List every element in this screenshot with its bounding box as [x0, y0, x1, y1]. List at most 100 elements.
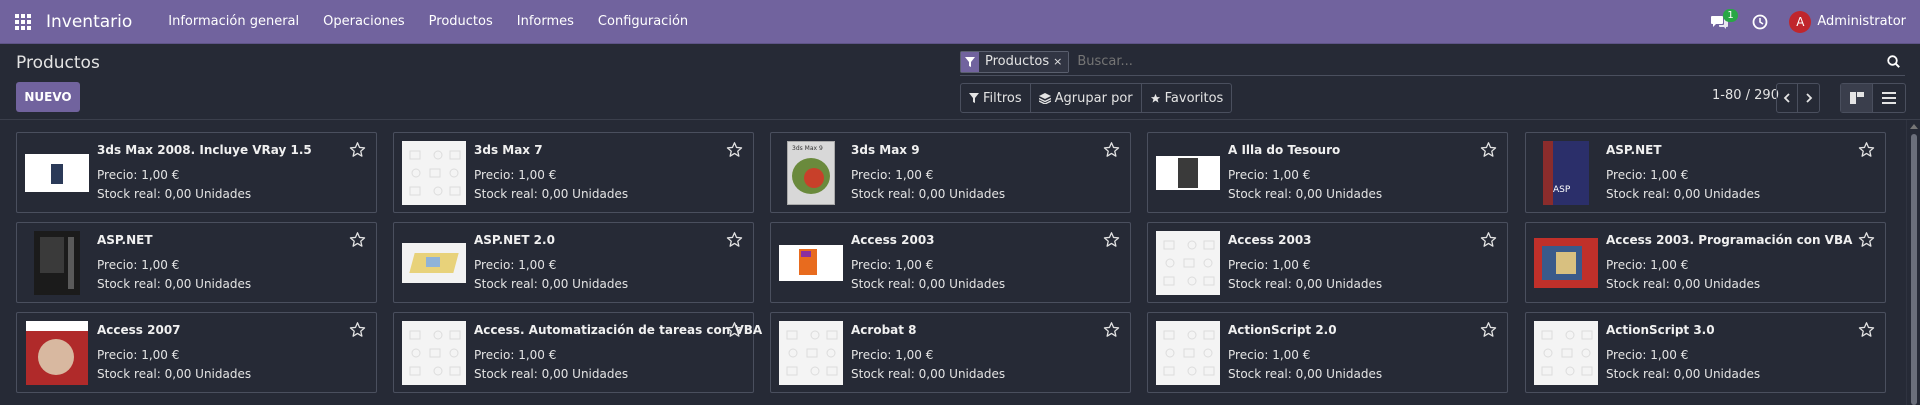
product-stock: Stock real: 0,00 Unidades [1606, 367, 1761, 381]
user-menu[interactable]: A Administrator [1789, 10, 1906, 33]
list-view-button[interactable] [1873, 84, 1905, 112]
filters-label: Filtros [983, 90, 1022, 106]
search-bar: Productos × [960, 48, 1905, 76]
product-price: Precio: 1,00 € [1228, 348, 1311, 362]
product-name: Access. Automatización de tareas con VBA [474, 323, 763, 337]
product-card[interactable]: 3ds Max 2008. Incluye VRay 1.5 Precio: 1,… [16, 132, 377, 213]
product-price: Precio: 1,00 € [1606, 168, 1689, 182]
product-card[interactable]: ActionScript 3.0 Precio: 1,00 € Stock real… [1525, 312, 1886, 393]
search-facet-productos[interactable]: Productos × [960, 50, 1070, 73]
product-image [25, 141, 89, 205]
product-price: Precio: 1,00 € [1606, 348, 1689, 362]
filters-button[interactable]: Filtros [961, 84, 1031, 112]
menu-item-productos[interactable]: Productos [417, 0, 505, 44]
product-price: Precio: 1,00 € [474, 258, 557, 272]
page-title: Productos [16, 53, 100, 73]
product-name: Access 2003 [851, 233, 935, 247]
favorite-star-icon[interactable] [1480, 141, 1497, 162]
product-card[interactable]: Access 2003 Precio: 1,00 € Stock real: 0,0… [1147, 222, 1508, 303]
activities-button[interactable] [1743, 0, 1777, 44]
product-card[interactable]: 3ds Max 9 3ds Max 9 Precio: 1,00 € Stock re… [770, 132, 1131, 213]
favorite-star-icon[interactable] [726, 141, 743, 162]
product-price: Precio: 1,00 € [851, 258, 934, 272]
product-card[interactable]: 3ds Max 7 Precio: 1,00 € Stock real: 0,00 … [393, 132, 754, 213]
facet-remove-icon[interactable]: × [1053, 51, 1069, 72]
favorite-star-icon[interactable] [1858, 141, 1875, 162]
favorite-star-icon[interactable] [1103, 141, 1120, 162]
view-switcher [1840, 83, 1906, 113]
product-image [402, 141, 466, 205]
favorites-button[interactable]: Favoritos [1142, 84, 1232, 112]
product-stock: Stock real: 0,00 Unidades [474, 187, 629, 201]
layers-icon [1038, 92, 1051, 104]
favorite-star-icon[interactable] [1858, 321, 1875, 342]
app-menu-icon[interactable] [0, 0, 46, 44]
product-image [402, 321, 466, 385]
pager-previous-button[interactable] [1777, 84, 1798, 112]
favorite-star-icon[interactable] [1858, 231, 1875, 252]
product-stock: Stock real: 0,00 Unidades [851, 277, 1006, 291]
product-card[interactable]: A Illa do Tesouro Precio: 1,00 € Stock rea… [1147, 132, 1508, 213]
product-image [779, 231, 843, 295]
kanban-view-button[interactable] [1841, 84, 1873, 112]
search-input[interactable] [1077, 54, 1881, 69]
favorite-star-icon[interactable] [726, 231, 743, 252]
product-name: ASP.NET [1606, 143, 1662, 157]
product-stock: Stock real: 0,00 Unidades [474, 277, 629, 291]
product-stock: Stock real: 0,00 Unidades [97, 367, 252, 381]
product-stock: Stock real: 0,00 Unidades [97, 187, 252, 201]
search-icon [1886, 55, 1900, 68]
favorite-star-icon[interactable] [1103, 231, 1120, 252]
product-card[interactable]: ActionScript 2.0 Precio: 1,00 € Stock real… [1147, 312, 1508, 393]
scrollbar[interactable] [1906, 120, 1920, 405]
favorite-star-icon[interactable] [1103, 321, 1120, 342]
scroll-thumb[interactable] [1911, 134, 1917, 405]
product-price: Precio: 1,00 € [97, 348, 180, 362]
product-price: Precio: 1,00 € [1228, 168, 1311, 182]
product-name: 3ds Max 9 [851, 143, 920, 157]
product-stock: Stock real: 0,00 Unidades [1606, 277, 1761, 291]
product-card[interactable]: ASP.NET Precio: 1,00 € Stock real: 0,00 Un… [16, 222, 377, 303]
pager-next-button[interactable] [1798, 84, 1819, 112]
favorite-star-icon[interactable] [1480, 321, 1497, 342]
product-card[interactable]: Access 2007 Precio: 1,00 € Stock real: 0,0… [16, 312, 377, 393]
new-button[interactable]: NUEVO [16, 82, 80, 112]
product-card[interactable]: Access 2003 Precio: 1,00 € Stock real: 0,0… [770, 222, 1131, 303]
menu-item-informacion-general[interactable]: Información general [156, 0, 311, 44]
product-stock: Stock real: 0,00 Unidades [474, 367, 629, 381]
chevron-left-icon [1783, 93, 1790, 103]
product-card[interactable]: ASP.NET 2.0 Precio: 1,00 € Stock real: 0,0… [393, 222, 754, 303]
product-card[interactable]: Access. Automatización de tareas con VBA… [393, 312, 762, 393]
favorites-label: Favoritos [1164, 90, 1224, 106]
favorite-star-icon[interactable] [349, 141, 366, 162]
scroll-up-arrow[interactable] [1910, 124, 1918, 129]
app-brand[interactable]: Inventario [46, 12, 132, 32]
product-stock: Stock real: 0,00 Unidades [1606, 187, 1761, 201]
product-name: ActionScript 3.0 [1606, 323, 1715, 337]
group-by-button[interactable]: Agrupar por [1031, 84, 1142, 112]
menu-item-operaciones[interactable]: Operaciones [311, 0, 417, 44]
product-card[interactable]: ASP ASP.NET Precio: 1,00 € Stock real: 0,00… [1525, 132, 1886, 213]
messages-button[interactable]: 1 [1703, 0, 1738, 44]
search-button[interactable] [1881, 48, 1905, 76]
chevron-right-icon [1805, 93, 1812, 103]
product-card[interactable]: Acrobat 8 Precio: 1,00 € Stock real: 0,00 … [770, 312, 1131, 393]
user-name: Administrator [1817, 14, 1906, 29]
favorite-star-icon[interactable] [349, 321, 366, 342]
filter-icon [961, 51, 979, 72]
favorite-star-icon[interactable] [726, 321, 743, 342]
product-image [1156, 141, 1220, 205]
pager-value[interactable]: 1-80 / 290 [1712, 88, 1779, 103]
product-stock: Stock real: 0,00 Unidades [851, 367, 1006, 381]
favorite-star-icon[interactable] [1480, 231, 1497, 252]
menu-item-informes[interactable]: Informes [505, 0, 586, 44]
product-stock: Stock real: 0,00 Unidades [1228, 277, 1383, 291]
avatar: A [1789, 10, 1812, 33]
product-stock: Stock real: 0,00 Unidades [97, 277, 252, 291]
product-card[interactable]: Access 2003. Programación con VBA Precio:… [1525, 222, 1886, 303]
product-name: Access 2003 [1228, 233, 1312, 247]
product-image [1156, 231, 1220, 295]
favorite-star-icon[interactable] [349, 231, 366, 252]
group-by-label: Agrupar por [1054, 90, 1133, 106]
menu-item-configuracion[interactable]: Configuración [586, 0, 700, 44]
